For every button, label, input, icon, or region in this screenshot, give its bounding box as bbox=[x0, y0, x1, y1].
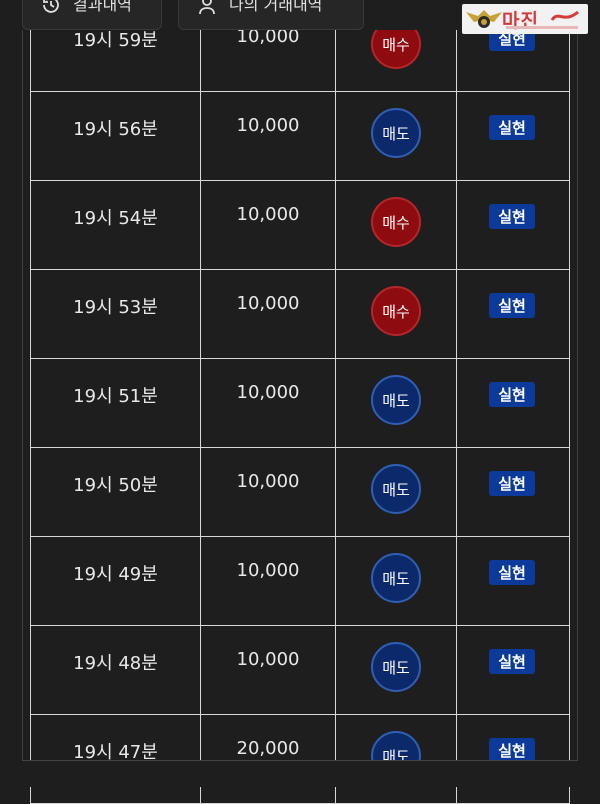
table-row: 19시 50분 10,000 매도 실현 bbox=[31, 448, 569, 537]
panel-right-edge bbox=[577, 0, 578, 761]
status-cell: 실현 bbox=[457, 715, 569, 803]
trade-time: 19시 48분 bbox=[73, 653, 158, 674]
status-badge: 실현 bbox=[489, 115, 535, 140]
time-cell: 19시 47분 bbox=[31, 715, 201, 803]
logo-wave-icon bbox=[550, 10, 579, 21]
amount-cell: 20,000 bbox=[201, 715, 336, 803]
side-cell: 매도 bbox=[336, 715, 457, 803]
status-cell: 실현 bbox=[457, 181, 569, 269]
status-badge: 실현 bbox=[489, 560, 535, 585]
trade-time: 19시 49분 bbox=[73, 564, 158, 585]
table-row: 19시 48분 10,000 매도 실현 bbox=[31, 626, 569, 715]
amount-cell: 10,000 bbox=[201, 181, 336, 269]
side-cell: 매도 bbox=[336, 626, 457, 714]
table-row: 19시 54분 10,000 매수 실현 bbox=[31, 181, 569, 270]
time-cell: 19시 56분 bbox=[31, 92, 201, 180]
status-badge: 실현 bbox=[489, 471, 535, 496]
logo-subtitle-bar bbox=[506, 26, 578, 29]
table-row: 19시 51분 10,000 매도 실현 bbox=[31, 359, 569, 448]
tab-results-history[interactable]: 결과내역 bbox=[22, 0, 162, 30]
status-cell: 실현 bbox=[457, 448, 569, 536]
buy-badge: 매수 bbox=[371, 197, 421, 247]
trade-amount: 10,000 bbox=[236, 382, 300, 403]
status-cell: 실현 bbox=[457, 626, 569, 714]
trade-time: 19시 54분 bbox=[73, 208, 158, 229]
trade-amount: 10,000 bbox=[236, 293, 300, 314]
amount-cell: 10,000 bbox=[201, 92, 336, 180]
sell-badge: 매도 bbox=[371, 375, 421, 425]
trade-amount: 10,000 bbox=[236, 204, 300, 225]
eagle-emblem-icon bbox=[466, 10, 502, 28]
side-cell: 매도 bbox=[336, 359, 457, 447]
status-cell: 실현 bbox=[457, 270, 569, 358]
trade-amount: 10,000 bbox=[236, 471, 300, 492]
trade-amount: 10,000 bbox=[236, 560, 300, 581]
tab-my-trades-label: 나의 거래내역 bbox=[229, 0, 323, 14]
trade-amount: 10,000 bbox=[236, 649, 300, 670]
panel-bottom-edge bbox=[22, 760, 578, 761]
status-cell: 실현 bbox=[457, 92, 569, 180]
time-cell: 19시 53분 bbox=[31, 270, 201, 358]
bottom-margin bbox=[0, 761, 600, 787]
status-badge: 실현 bbox=[489, 649, 535, 674]
trade-time: 19시 53분 bbox=[73, 297, 158, 318]
side-cell: 매도 bbox=[336, 537, 457, 625]
time-cell: 19시 50분 bbox=[31, 448, 201, 536]
side-cell: 매도 bbox=[336, 92, 457, 180]
trade-time: 19시 51분 bbox=[73, 386, 158, 407]
amount-cell: 10,000 bbox=[201, 448, 336, 536]
status-cell: 실현 bbox=[457, 359, 569, 447]
user-icon bbox=[199, 0, 215, 15]
time-cell: 19시 54분 bbox=[31, 181, 201, 269]
side-cell: 매수 bbox=[336, 270, 457, 358]
sell-badge: 매도 bbox=[371, 464, 421, 514]
amount-cell: 10,000 bbox=[201, 626, 336, 714]
amount-cell: 10,000 bbox=[201, 270, 336, 358]
trade-history-table: 19시 59분 10,000 매수 실현 19시 56분 10,000 매도 실현 19시 54… bbox=[30, 0, 570, 804]
side-cell: 매도 bbox=[336, 448, 457, 536]
watermark-logo: 마진 bbox=[462, 4, 588, 34]
status-cell: 실현 bbox=[457, 537, 569, 625]
history-icon bbox=[43, 0, 59, 13]
tab-results-label: 결과내역 bbox=[73, 0, 132, 14]
sell-badge: 매도 bbox=[371, 642, 421, 692]
status-badge: 실현 bbox=[489, 293, 535, 318]
side-cell: 매수 bbox=[336, 181, 457, 269]
table-row: 19시 56분 10,000 매도 실현 bbox=[31, 92, 569, 181]
status-badge: 실현 bbox=[489, 204, 535, 229]
panel-left-edge bbox=[22, 0, 23, 761]
time-cell: 19시 48분 bbox=[31, 626, 201, 714]
trade-amount: 10,000 bbox=[236, 115, 300, 136]
buy-badge: 매수 bbox=[371, 286, 421, 336]
time-cell: 19시 49분 bbox=[31, 537, 201, 625]
trade-time: 19시 50분 bbox=[73, 475, 158, 496]
sell-badge: 매도 bbox=[371, 108, 421, 158]
table-row: 19시 53분 10,000 매수 실현 bbox=[31, 270, 569, 359]
amount-cell: 10,000 bbox=[201, 537, 336, 625]
status-badge: 실현 bbox=[489, 382, 535, 407]
trade-amount: 20,000 bbox=[236, 738, 300, 759]
time-cell: 19시 51분 bbox=[31, 359, 201, 447]
tab-my-trades[interactable]: 나의 거래내역 bbox=[178, 0, 364, 30]
trade-time: 19시 56분 bbox=[73, 119, 158, 140]
table-row: 19시 49분 10,000 매도 실현 bbox=[31, 537, 569, 626]
amount-cell: 10,000 bbox=[201, 359, 336, 447]
sell-badge: 매도 bbox=[371, 553, 421, 603]
